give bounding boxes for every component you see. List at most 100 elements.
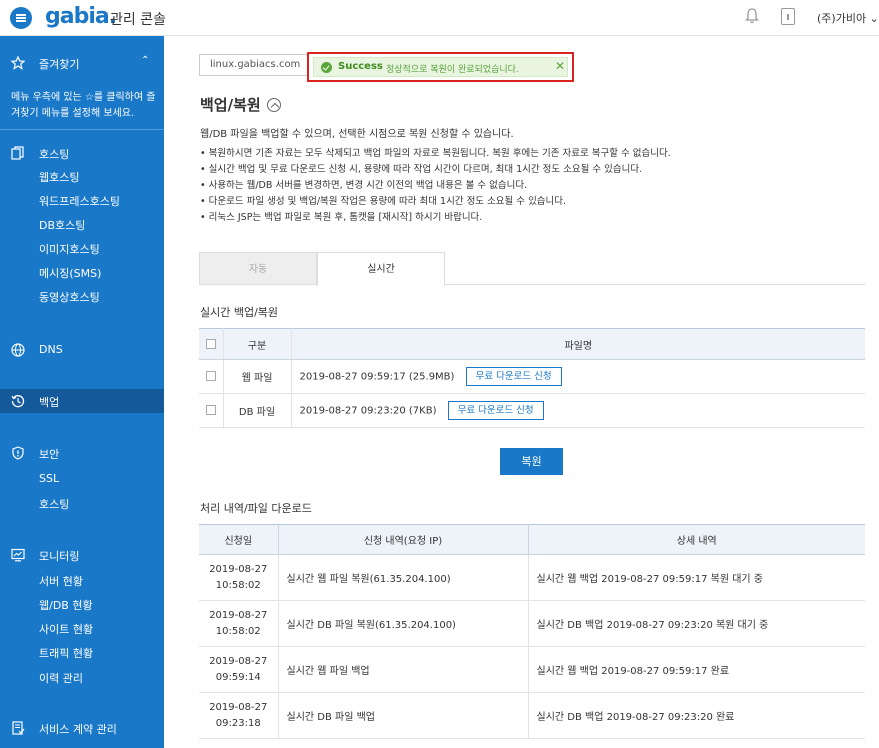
table-row: 2019-08-27 09:23:18 실시간 DB 파일 백업 실시간 DB 백…: [199, 692, 865, 739]
main-content: linux.gabiacs.com Success 정상적으로 복원이 완료되었…: [164, 36, 879, 748]
date-cell: 2019-08-27 09:23:18: [199, 692, 279, 739]
chevron-up-icon[interactable]: ⌃: [141, 55, 149, 66]
sidebar-item-image-hosting[interactable]: 이미지호스팅: [39, 241, 100, 257]
row-checkbox[interactable]: [205, 405, 216, 415]
host-selector[interactable]: linux.gabiacs.com: [199, 54, 311, 76]
sidebar-item-db-hosting[interactable]: DB호스팅: [39, 217, 85, 233]
table-row: 2019-08-27 09:59:14 실시간 웹 파일 백업 실시간 웹 백업 …: [199, 646, 865, 693]
request-date: 2019-08-27: [209, 701, 268, 713]
copy-icon: [11, 146, 24, 160]
check-circle-icon: [321, 62, 332, 73]
request-date: 2019-08-27: [209, 563, 268, 575]
sidebar-item-video-hosting[interactable]: 동영상호스팅: [39, 289, 100, 305]
sidebar-favorites-label: 즐겨찾기: [39, 58, 80, 71]
file-name: 2019-08-27 09:23:20 (7KB): [299, 405, 437, 417]
row-checkbox[interactable]: [205, 371, 216, 381]
realtime-backup-table: 구분 파일명 웹 파일 2019-08-27 09:59:17 (25.9MB)…: [199, 328, 865, 428]
sidebar-item-site-status[interactable]: 사이트 현황: [39, 621, 93, 637]
sidebar-contract-label: 서비스 계약 관리: [39, 723, 117, 736]
notice-list: 복원하시면 기존 자료는 모두 삭제되고 백업 파일의 자료로 복원됩니다. 복…: [200, 146, 671, 226]
free-download-button[interactable]: 무료 다운로드 신청: [447, 401, 544, 420]
restore-button[interactable]: 복원: [500, 448, 563, 475]
collapse-icon[interactable]: [267, 98, 281, 112]
shield-icon: [12, 446, 24, 460]
sidebar: 즐겨찾기 ⌃ 메뉴 우측에 있는 ☆를 클릭하여 즐겨찾기 메뉴를 설정해 보세…: [0, 36, 164, 748]
file-cell: 2019-08-27 09:59:17 (25.9MB) 무료 다운로드 신청: [291, 359, 865, 394]
file-type: 웹 파일: [223, 359, 292, 394]
notice-item: 다운로드 파일 생성 및 백업/복원 작업은 용량에 따라 최대 1시간 정도 …: [200, 194, 671, 210]
sidebar-item-wordpress-hosting[interactable]: 워드프레스호스팅: [39, 193, 120, 209]
request-time: 10:58:02: [215, 625, 261, 637]
row-select-cell: [199, 393, 224, 428]
divider: [0, 129, 164, 130]
request-time: 09:23:18: [215, 717, 261, 729]
page-title: 백업/복원: [200, 96, 261, 114]
sidebar-item-history[interactable]: 이력 관리: [39, 670, 83, 686]
file-name: 2019-08-27 09:59:17 (25.9MB): [299, 371, 455, 383]
column-header-filename: 파일명: [291, 328, 865, 360]
globe-icon: [11, 343, 25, 357]
alert-box: Success 정상적으로 복원이 완료되었습니다. ✕: [313, 57, 568, 77]
history-table: 신청일 신청 내역(요청 IP) 상세 내역 2019-08-27 10:58:0…: [199, 524, 865, 739]
detail-cell: 실시간 DB 백업 2019-08-27 09:23:20 완료: [528, 692, 865, 739]
realtime-section-title: 실시간 백업/복원: [200, 306, 279, 319]
sidebar-item-web-hosting[interactable]: 웹호스팅: [39, 169, 79, 185]
success-alert: Success 정상적으로 복원이 완료되었습니다. ✕: [307, 52, 574, 82]
request-cell: 실시간 웹 파일 복원(61.35.204.100): [278, 554, 529, 601]
request-cell: 실시간 웹 파일 백업: [278, 646, 529, 693]
column-header-request: 신청 내역(요청 IP): [278, 524, 529, 555]
history-icon: [11, 395, 25, 408]
table-header: 구분 파일명: [199, 328, 865, 360]
notice-item: 사용하는 웹/DB 서버를 변경하면, 변경 시간 이전의 백업 내용은 볼 수…: [200, 178, 671, 194]
tab-realtime[interactable]: 실시간: [317, 252, 445, 286]
request-time: 09:59:14: [215, 671, 261, 683]
star-icon: [11, 56, 25, 70]
notice-item: 실시간 백업 및 무료 다운로드 신청 시, 용량에 따라 작업 시간이 다르며…: [200, 162, 671, 178]
sidebar-item-ssl[interactable]: SSL: [39, 472, 59, 485]
date-cell: 2019-08-27 09:59:14: [199, 646, 279, 693]
backup-tabs: 자동 실시간: [199, 252, 865, 286]
bell-icon[interactable]: [745, 8, 759, 24]
alert-message: 정상적으로 복원이 완료되었습니다.: [386, 65, 519, 75]
sidebar-backup-label: 백업: [39, 396, 60, 409]
free-download-button[interactable]: 무료 다운로드 신청: [465, 367, 562, 386]
sidebar-item-server-status[interactable]: 서버 현황: [39, 573, 83, 589]
table-row: 2019-08-27 10:58:02 실시간 웹 파일 복원(61.35.204…: [199, 554, 865, 601]
notice-item: 리눅스 JSP는 백업 파일로 복원 후, 톰캣을 [재시작] 하시기 바랍니다…: [200, 210, 671, 226]
sidebar-security-label: 보안: [39, 448, 60, 461]
sidebar-item-webdb-status[interactable]: 웹/DB 현황: [39, 597, 93, 613]
sidebar-hosting-label: 호스팅: [39, 148, 70, 161]
sidebar-monitoring-label: 모니터링: [39, 550, 80, 563]
info-icon[interactable]: [781, 8, 795, 25]
alert-title: Success: [338, 61, 383, 72]
select-all-cell: [199, 328, 224, 360]
menu-icon[interactable]: [10, 7, 32, 29]
console-title: 관리 콘솔: [110, 12, 166, 28]
select-all-checkbox[interactable]: [205, 338, 216, 349]
user-menu[interactable]: (주)가비아 ⌄: [817, 10, 879, 26]
detail-cell: 실시간 DB 백업 2019-08-27 09:23:20 복원 대기 중: [528, 600, 865, 647]
sidebar-item-sms[interactable]: 메시징(SMS): [39, 265, 101, 281]
date-cell: 2019-08-27 10:58:02: [199, 600, 279, 647]
monitor-chart-icon: [11, 548, 25, 562]
close-icon[interactable]: ✕: [555, 59, 565, 73]
sidebar-item-security-hosting[interactable]: 호스팅: [39, 496, 69, 512]
file-type: DB 파일: [223, 393, 292, 428]
favorites-note: 메뉴 우측에 있는 ☆를 클릭하여 즐겨찾기 메뉴를 설정해 보세요.: [11, 92, 156, 119]
sidebar-item-traffic-status[interactable]: 트래픽 현황: [39, 645, 93, 661]
column-header-detail: 상세 내역: [528, 524, 865, 555]
detail-cell: 실시간 웹 백업 2019-08-27 09:59:17 완료: [528, 646, 865, 693]
gabia-logo[interactable]: gabia.: [45, 4, 117, 29]
request-cell: 실시간 DB 파일 복원(61.35.204.100): [278, 600, 529, 647]
sidebar-dns-label: DNS: [39, 343, 63, 356]
detail-cell: 실시간 웹 백업 2019-08-27 09:59:17 복원 대기 중: [528, 554, 865, 601]
date-cell: 2019-08-27 10:58:02: [199, 554, 279, 601]
table-row: 2019-08-27 10:58:02 실시간 DB 파일 복원(61.35.20…: [199, 600, 865, 647]
notice-item: 복원하시면 기존 자료는 모두 삭제되고 백업 파일의 자료로 복원됩니다. 복…: [200, 146, 671, 162]
contract-icon: [12, 721, 25, 735]
request-time: 10:58:02: [215, 579, 261, 591]
row-select-cell: [199, 359, 224, 394]
request-date: 2019-08-27: [209, 609, 268, 621]
tab-auto[interactable]: 자동: [199, 252, 317, 285]
column-header-date: 신청일: [199, 524, 279, 555]
